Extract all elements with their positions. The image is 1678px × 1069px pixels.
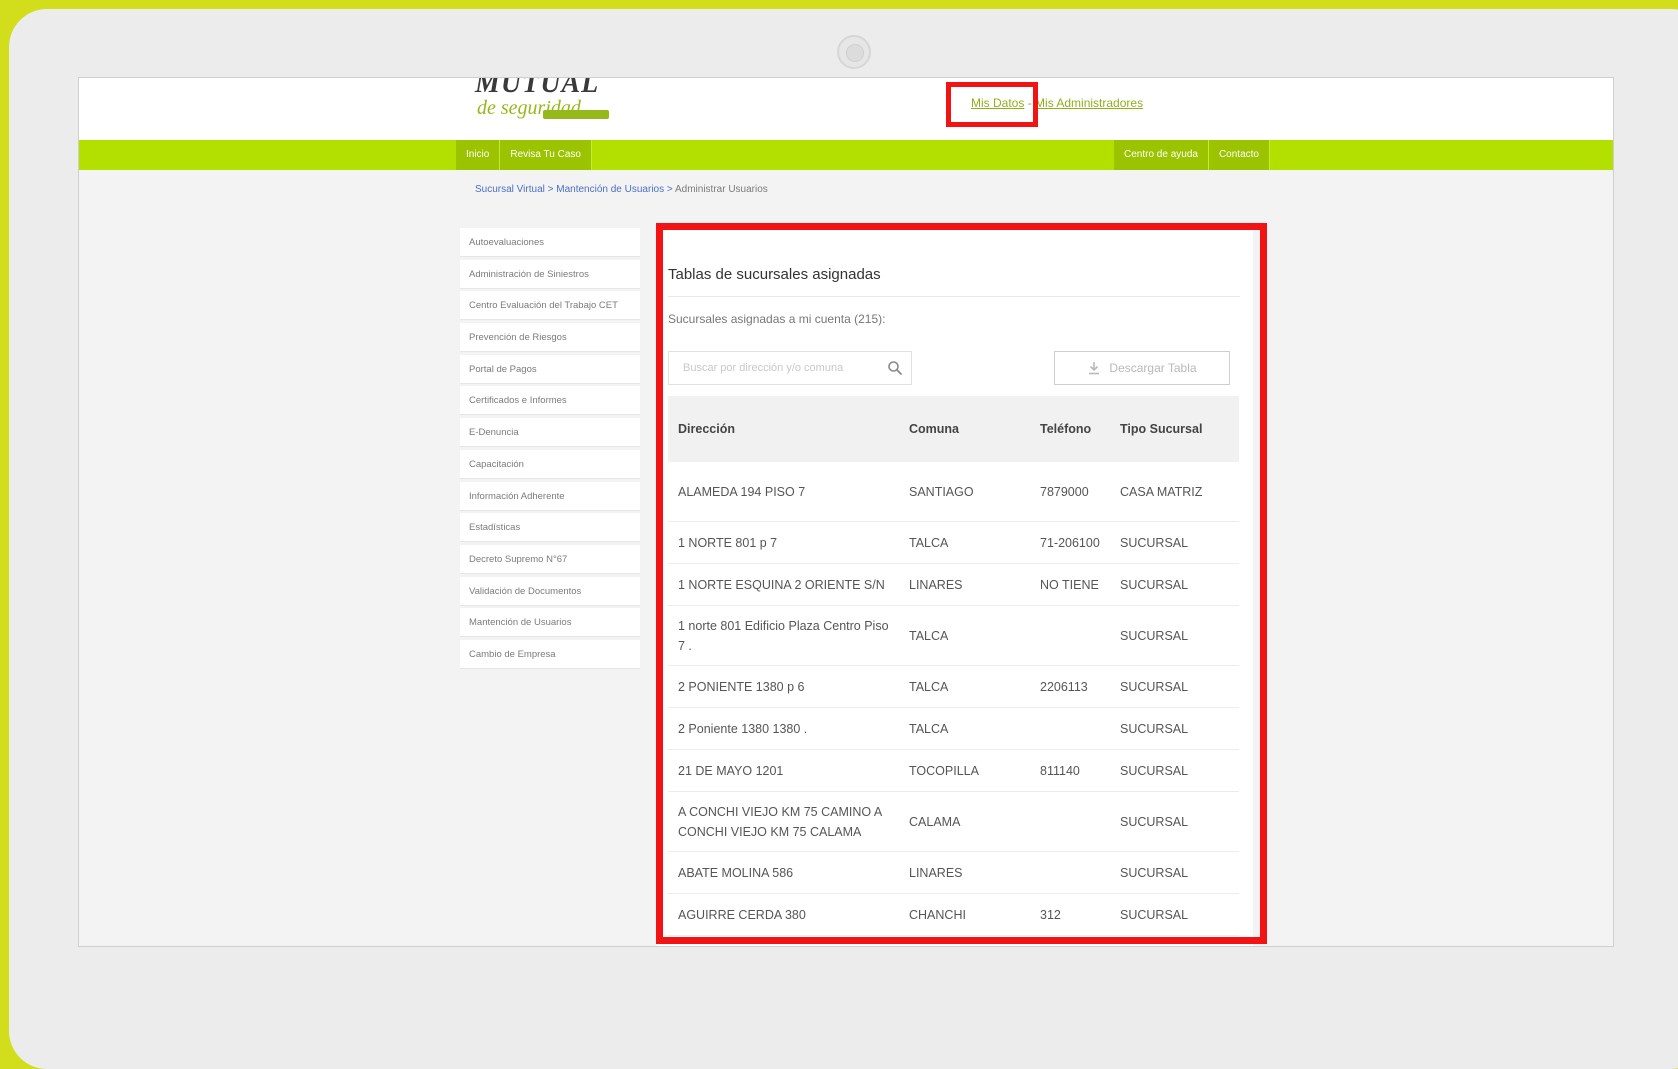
- breadcrumb-separator: >: [666, 184, 673, 195]
- mutual-logo[interactable]: MUTUAL de seguridad: [475, 77, 625, 119]
- sidebar-item-autoevaluaciones[interactable]: Autoevaluaciones: [460, 228, 640, 257]
- nav-item-revisa-tu-caso[interactable]: Revisa Tu Caso: [500, 140, 592, 170]
- sidebar-item-centro-evaluacion[interactable]: Centro Evaluación del Trabajo CET: [460, 291, 640, 321]
- breadcrumb-separator: >: [547, 184, 554, 195]
- breadcrumb-current: Administrar Usuarios: [674, 184, 768, 195]
- sidebar-item-capacitacion[interactable]: Capacitación: [460, 449, 640, 479]
- logo-text-top: MUTUAL: [475, 77, 600, 99]
- sidebar-item-decreto-supremo[interactable]: Decreto Supremo N°67: [460, 544, 640, 574]
- nav-right: Centro de ayuda Contacto: [1114, 140, 1270, 170]
- nav-item-centro-de-ayuda[interactable]: Centro de ayuda: [1114, 140, 1209, 170]
- camera-icon: [837, 35, 871, 69]
- sidebar-item-cambio-empresa[interactable]: Cambio de Empresa: [460, 639, 640, 669]
- sidebar-item-certificados[interactable]: Certificados e Informes: [460, 386, 640, 416]
- breadcrumb-sucursal-virtual[interactable]: Sucursal Virtual: [475, 184, 545, 195]
- highlight-box-mis-datos: [946, 82, 1038, 127]
- mis-administradores-link[interactable]: Mis Administradores: [1035, 96, 1143, 110]
- sidebar-item-informacion-adherente[interactable]: Información Adherente: [460, 481, 640, 511]
- nav-item-inicio[interactable]: Inicio: [456, 140, 501, 170]
- highlight-box-sucursales-table: [656, 223, 1267, 944]
- sidebar-item-mantencion-usuarios[interactable]: Mantención de Usuarios: [460, 608, 640, 638]
- sidebar-item-estadisticas[interactable]: Estadísticas: [460, 513, 640, 543]
- sidebar-menu: Autoevaluaciones Administración de Sinie…: [460, 228, 640, 672]
- main-nav-bar: Inicio Revisa Tu Caso Centro de ayuda Co…: [79, 140, 1613, 170]
- sidebar-item-portal-pagos[interactable]: Portal de Pagos: [460, 354, 640, 384]
- site-header: MUTUAL de seguridad Mis Datos - Mis Admi…: [79, 78, 1613, 140]
- nav-left: Inicio Revisa Tu Caso: [456, 140, 592, 170]
- sidebar-item-validacion-documentos[interactable]: Validación de Documentos: [460, 576, 640, 606]
- breadcrumb-mantencion-usuarios[interactable]: Mantención de Usuarios: [556, 184, 664, 195]
- breadcrumb: Sucursal Virtual > Mantención de Usuario…: [475, 184, 768, 195]
- sidebar-item-prevencion-riesgos[interactable]: Prevención de Riesgos: [460, 323, 640, 353]
- logo-badge: [543, 110, 609, 119]
- sidebar-item-e-denuncia[interactable]: E-Denuncia: [460, 418, 640, 448]
- nav-item-contacto[interactable]: Contacto: [1208, 140, 1270, 170]
- sidebar-item-administracion-siniestros[interactable]: Administración de Siniestros: [460, 259, 640, 289]
